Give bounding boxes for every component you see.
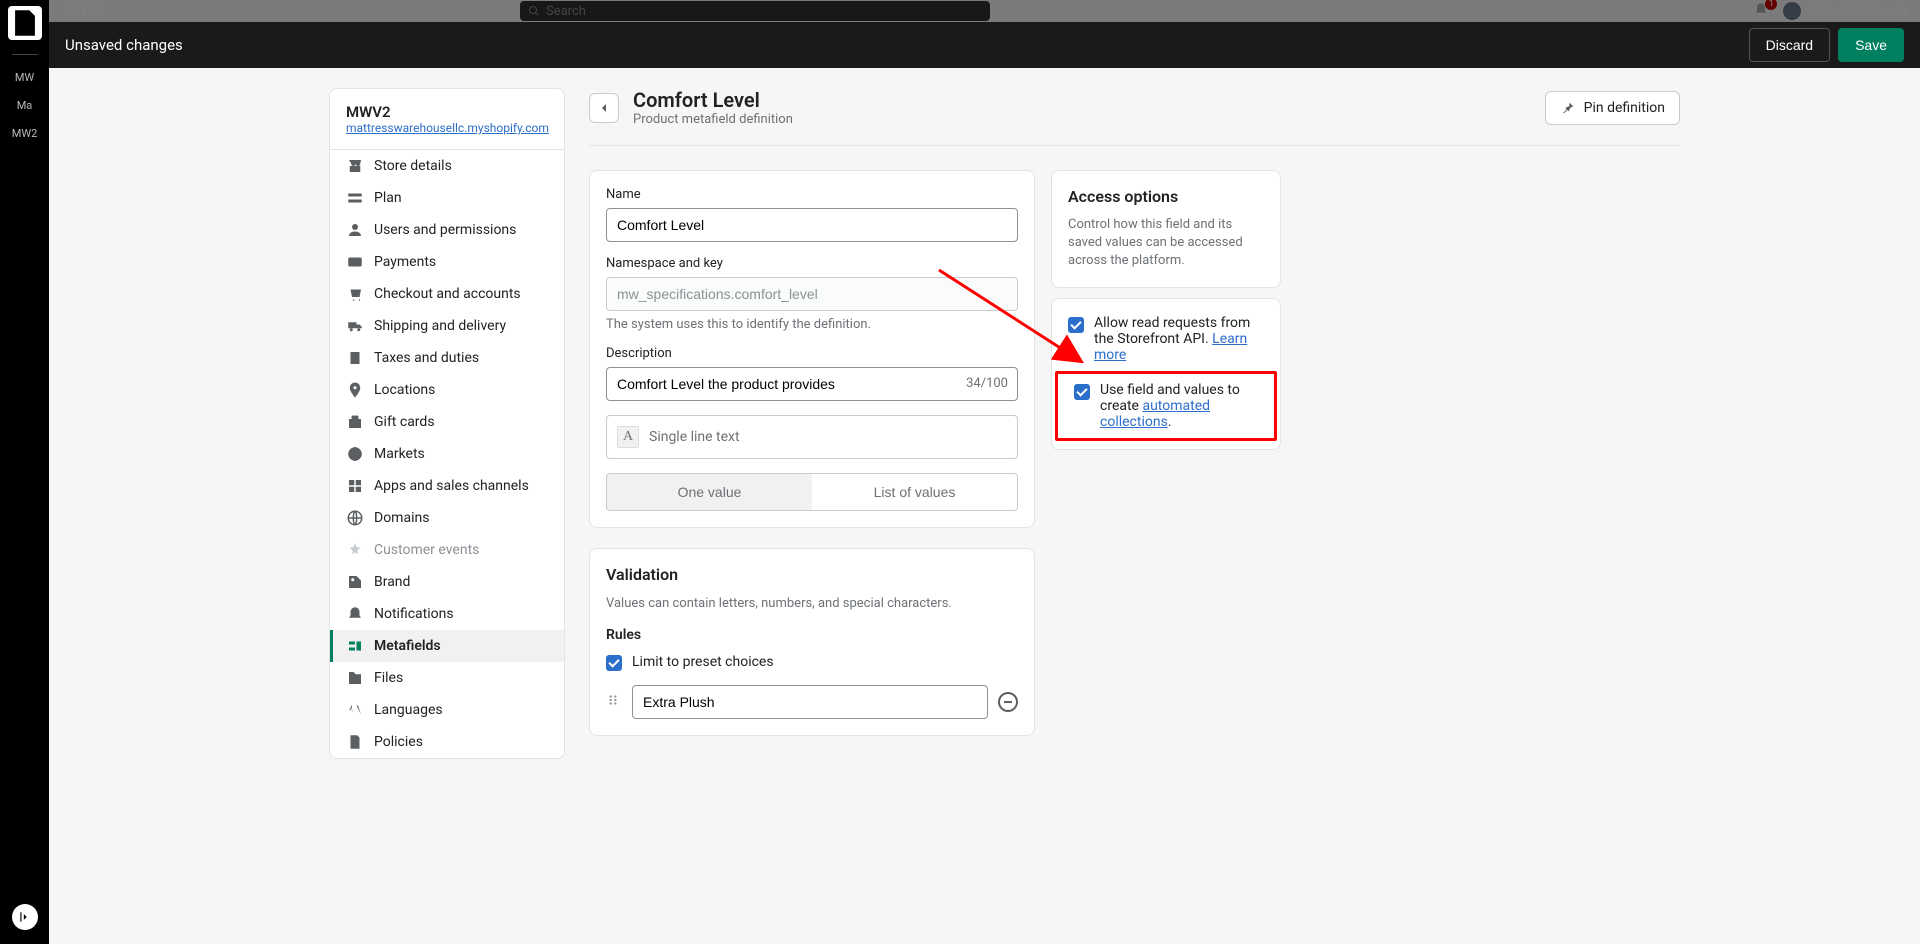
access-title: Access options: [1068, 187, 1264, 206]
settings-nav-metafields[interactable]: Metafields: [330, 630, 564, 662]
save-bar-title: Unsaved changes: [65, 36, 183, 54]
storefront-api-checkbox[interactable]: [1068, 317, 1084, 333]
list-values-button[interactable]: List of values: [812, 474, 1017, 510]
settings-nav-events[interactable]: Customer events: [330, 534, 564, 566]
settings-nav-payments[interactable]: Payments: [330, 246, 564, 278]
page-header: Comfort Level Product metafield definiti…: [589, 88, 1680, 145]
settings-nav-brand[interactable]: Brand: [330, 566, 564, 598]
settings-nav-files[interactable]: Files: [330, 662, 564, 694]
settings-nav-domains[interactable]: Domains: [330, 502, 564, 534]
settings-nav-locations[interactable]: Locations: [330, 374, 564, 406]
settings-nav-languages[interactable]: Languages: [330, 694, 564, 726]
checkout-icon: [346, 285, 364, 303]
payments-icon: [346, 253, 364, 271]
shopify-logo[interactable]: [8, 6, 42, 40]
domains-icon: [346, 509, 364, 527]
brand-icon: [346, 573, 364, 591]
metafields-icon: [346, 637, 364, 655]
settings-nav: MWV2 mattresswarehousellc.myshopify.com …: [329, 88, 565, 759]
left-rail: MW Ma MW2: [0, 0, 49, 944]
highlighted-annotation: Use field and values to create automated…: [1055, 371, 1277, 441]
rail-store-mw[interactable]: MW: [7, 66, 43, 88]
settings-nav-checkout[interactable]: Checkout and accounts: [330, 278, 564, 310]
preset-checkbox[interactable]: [606, 655, 622, 671]
page-title: Comfort Level: [633, 88, 793, 112]
settings-nav-apps[interactable]: Apps and sales channels: [330, 470, 564, 502]
gift-icon: [346, 413, 364, 431]
page-subtitle: Product metafield definition: [633, 112, 793, 127]
settings-nav-gift[interactable]: Gift cards: [330, 406, 564, 438]
settings-nav-policies[interactable]: Policies: [330, 726, 564, 758]
drag-handle-icon[interactable]: [606, 693, 622, 711]
namespace-input: [606, 277, 1018, 311]
one-value-button[interactable]: One value: [606, 473, 813, 511]
rules-label: Rules: [606, 627, 1018, 643]
type-selector[interactable]: A Single line text: [606, 415, 1018, 459]
exit-button[interactable]: [12, 904, 38, 930]
locations-icon: [346, 381, 364, 399]
rail-store-ma[interactable]: Ma: [7, 94, 43, 116]
preset-label: Limit to preset choices: [632, 654, 774, 670]
nav-store-domain[interactable]: mattresswarehousellc.myshopify.com: [346, 121, 548, 135]
save-button[interactable]: Save: [1838, 28, 1904, 62]
namespace-label: Namespace and key: [606, 256, 1018, 271]
access-options-card: Access options Control how this field an…: [1051, 170, 1281, 288]
name-input[interactable]: [606, 208, 1018, 242]
settings-nav-plan[interactable]: Plan: [330, 182, 564, 214]
description-counter: 34/100: [966, 376, 1008, 391]
settings-nav-users[interactable]: Users and permissions: [330, 214, 564, 246]
access-checkboxes-card: Allow read requests from the Storefront …: [1051, 298, 1281, 450]
events-icon: [346, 541, 364, 559]
store-icon: [346, 157, 364, 175]
validation-desc: Values can contain letters, numbers, and…: [606, 596, 1018, 611]
files-icon: [346, 669, 364, 687]
nav-store-title: MWV2: [346, 103, 548, 121]
storefront-api-row: Allow read requests from the Storefront …: [1052, 307, 1280, 371]
back-button[interactable]: [589, 93, 619, 123]
text-type-icon: A: [617, 426, 639, 448]
remove-choice-button[interactable]: [998, 692, 1018, 712]
notifications-icon: [346, 605, 364, 623]
choice-input[interactable]: [632, 685, 988, 719]
validation-card: Validation Values can contain letters, n…: [589, 548, 1035, 736]
settings-nav-taxes[interactable]: Taxes and duties: [330, 342, 564, 374]
discard-button[interactable]: Discard: [1749, 28, 1830, 62]
pin-icon: [1560, 100, 1576, 116]
plan-icon: [346, 189, 364, 207]
settings-nav-shipping[interactable]: Shipping and delivery: [330, 310, 564, 342]
access-desc: Control how this field and its saved val…: [1068, 216, 1264, 271]
users-icon: [346, 221, 364, 239]
taxes-icon: [346, 349, 364, 367]
policies-icon: [346, 733, 364, 751]
settings-nav-markets[interactable]: Markets: [330, 438, 564, 470]
rail-store-mw2[interactable]: MW2: [7, 122, 43, 144]
shipping-icon: [346, 317, 364, 335]
contextual-save-bar: Unsaved changes Discard Save: [49, 22, 1920, 68]
markets-icon: [346, 445, 364, 463]
settings-nav-notifications[interactable]: Notifications: [330, 598, 564, 630]
validation-title: Validation: [606, 565, 1018, 584]
automated-collections-row: Use field and values to create automated…: [1058, 374, 1274, 438]
description-input[interactable]: [606, 367, 1018, 401]
value-mode-segment: One value List of values: [606, 473, 1018, 511]
definition-card: Name Namespace and key The system uses t…: [589, 170, 1035, 528]
apps-icon: [346, 477, 364, 495]
automated-collections-checkbox[interactable]: [1074, 384, 1090, 400]
pin-definition-button[interactable]: Pin definition: [1545, 91, 1680, 125]
namespace-help: The system uses this to identify the def…: [606, 317, 1018, 332]
settings-nav-store[interactable]: Store details: [330, 150, 564, 182]
description-label: Description: [606, 346, 1018, 361]
name-label: Name: [606, 187, 1018, 202]
choice-row: [606, 685, 1018, 719]
languages-icon: [346, 701, 364, 719]
